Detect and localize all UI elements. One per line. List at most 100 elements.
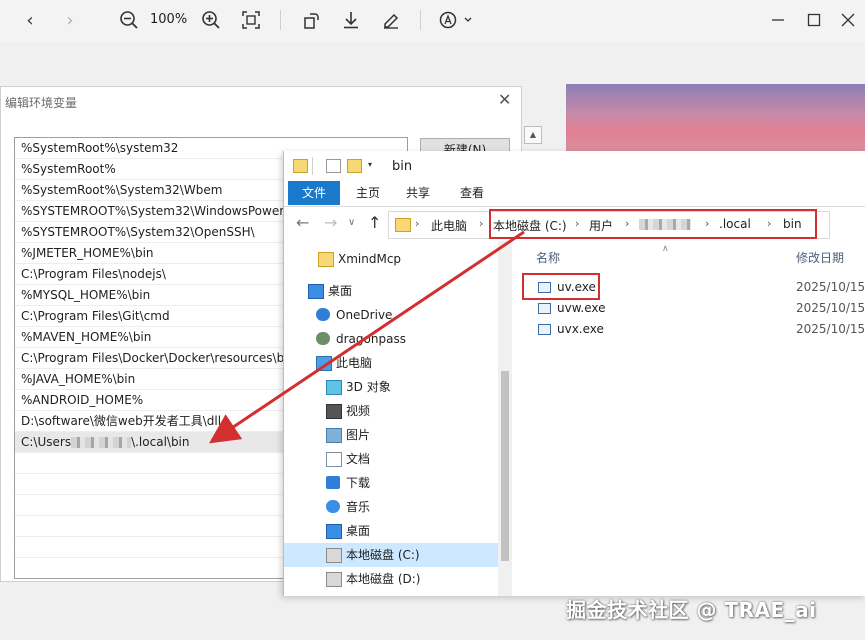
tab-file[interactable]: 文件 bbox=[288, 181, 340, 205]
desktop-icon bbox=[308, 284, 324, 299]
maximize-icon[interactable] bbox=[802, 6, 826, 34]
drive-icon bbox=[326, 548, 342, 563]
dialog-close-icon[interactable]: ✕ bbox=[498, 90, 511, 109]
nav-item-label: dragonpass bbox=[336, 332, 406, 346]
rotate-icon[interactable] bbox=[298, 6, 324, 34]
nav-item-label: 3D 对象 bbox=[346, 380, 391, 394]
tab-view[interactable]: 查看 bbox=[452, 181, 492, 205]
nav-item[interactable]: 文档 bbox=[284, 447, 498, 471]
exe-file-icon bbox=[538, 324, 551, 335]
toolbar-divider bbox=[280, 10, 281, 30]
dialog-title: 编辑环境变量 bbox=[5, 96, 78, 110]
nav-item-label: 桌面 bbox=[346, 524, 371, 538]
nav-item[interactable]: 图片 bbox=[284, 423, 498, 447]
minimize-icon[interactable] bbox=[766, 6, 790, 34]
file-row[interactable]: uvx.exe 2025/10/15 bbox=[524, 319, 865, 340]
nav-item[interactable]: 桌面 bbox=[284, 279, 498, 303]
zoom-level: 100% bbox=[150, 12, 188, 27]
column-header-date[interactable]: 修改日期 bbox=[796, 249, 844, 266]
forward-arrow-icon[interactable]: → bbox=[324, 213, 337, 232]
desktop-icon bbox=[326, 524, 342, 539]
breadcrumb-separator: › bbox=[479, 217, 484, 230]
back-arrow-icon[interactable]: ← bbox=[296, 213, 309, 232]
file-date: 2025/10/15 bbox=[796, 280, 865, 294]
properties-icon[interactable] bbox=[326, 159, 341, 173]
watermark-text: 掘金技术社区 @ TRAE_ai bbox=[566, 598, 817, 622]
nav-item[interactable]: 本地磁盘 (C:) bbox=[284, 543, 498, 567]
nav-item-label: 图片 bbox=[346, 428, 371, 442]
nav-item-label: OneDrive bbox=[336, 308, 393, 322]
file-date: 2025/10/15 bbox=[796, 322, 865, 336]
drive-icon bbox=[326, 572, 342, 587]
nav-item-label: 本地磁盘 (C:) bbox=[346, 548, 420, 562]
redacted-username bbox=[71, 437, 132, 448]
breadcrumb-separator: › bbox=[415, 217, 420, 230]
nav-item-label: 音乐 bbox=[346, 500, 371, 514]
file-row[interactable]: uvw.exe 2025/10/15 bbox=[524, 298, 865, 319]
titlebar-divider bbox=[312, 157, 314, 175]
explorer-titlebar: ▾ bin bbox=[284, 151, 865, 181]
recent-locations-icon[interactable]: ∨ bbox=[348, 217, 355, 228]
nav-item-label: 下载 bbox=[346, 476, 371, 490]
nav-item[interactable]: dragonpass bbox=[284, 327, 498, 351]
viewer-toolbar: ‹ › 100% bbox=[0, 0, 865, 42]
file-name: uvx.exe bbox=[557, 322, 604, 336]
nav-item[interactable]: XmindMcp bbox=[284, 247, 498, 271]
nav-item[interactable]: 下载 bbox=[284, 471, 498, 495]
sort-chevron-icon: ∧ bbox=[662, 244, 669, 254]
nav-item-label: XmindMcp bbox=[338, 252, 402, 266]
folder-icon bbox=[318, 252, 334, 267]
customize-toolbar-icon[interactable]: ▾ bbox=[368, 159, 378, 171]
fit-screen-icon[interactable] bbox=[238, 6, 264, 34]
nav-item[interactable]: 3D 对象 bbox=[284, 375, 498, 399]
computer-icon bbox=[316, 356, 332, 371]
cloud-icon bbox=[316, 308, 330, 321]
folder-icon bbox=[395, 218, 411, 232]
nav-item-label: 视频 bbox=[346, 404, 371, 418]
zoom-out-icon[interactable] bbox=[116, 6, 142, 34]
breadcrumb-this-pc[interactable]: 此电脑 bbox=[431, 217, 467, 234]
ribbon-tabs: 文件 主页 共享 查看 bbox=[284, 181, 865, 205]
nav-item-label: 桌面 bbox=[328, 284, 353, 298]
back-icon[interactable]: ‹ bbox=[18, 6, 42, 34]
edit-icon[interactable] bbox=[378, 6, 404, 34]
cube-icon bbox=[326, 380, 342, 395]
nav-item[interactable]: 桌面 bbox=[284, 519, 498, 543]
nav-item-label: 文档 bbox=[346, 452, 371, 466]
exe-file-icon bbox=[538, 303, 551, 314]
path-prefix: C:\Users bbox=[21, 435, 72, 449]
tab-home[interactable]: 主页 bbox=[348, 181, 388, 205]
nav-item[interactable]: 此电脑 bbox=[284, 351, 498, 375]
download-icon bbox=[326, 476, 340, 489]
path-suffix: \.local\bin bbox=[131, 435, 190, 449]
nav-item[interactable]: 音乐 bbox=[284, 495, 498, 519]
navigation-pane: XmindMcp 桌面 OneDrive dragonpass 此电脑 3D 对象视频图片… bbox=[284, 241, 512, 596]
uv-exe-highlight-box bbox=[522, 273, 600, 300]
address-highlight-box bbox=[489, 209, 817, 239]
scroll-up-icon[interactable]: ▲ bbox=[524, 126, 542, 144]
download-icon[interactable] bbox=[338, 6, 364, 34]
tab-share[interactable]: 共享 bbox=[398, 181, 438, 205]
close-icon[interactable] bbox=[836, 6, 860, 34]
user-icon bbox=[316, 332, 330, 345]
new-folder-icon[interactable] bbox=[347, 159, 362, 173]
toolbar-divider bbox=[420, 10, 421, 30]
nav-item-label: 本地磁盘 (D:) bbox=[346, 572, 421, 586]
picture-icon bbox=[326, 428, 342, 443]
file-name: uvw.exe bbox=[557, 301, 606, 315]
nav-item[interactable]: 视频 bbox=[284, 399, 498, 423]
column-header-name[interactable]: 名称 bbox=[536, 249, 560, 266]
background-photo bbox=[566, 84, 865, 152]
nav-item[interactable]: 本地磁盘 (D:) bbox=[284, 567, 498, 591]
ribbon-divider bbox=[284, 206, 865, 207]
folder-icon bbox=[293, 159, 308, 173]
up-arrow-icon[interactable]: ↑ bbox=[368, 213, 381, 232]
document-icon bbox=[326, 452, 342, 467]
nav-item[interactable]: OneDrive bbox=[284, 303, 498, 327]
forward-icon[interactable]: › bbox=[58, 6, 82, 34]
zoom-in-icon[interactable] bbox=[198, 6, 224, 34]
video-icon bbox=[326, 404, 342, 419]
nav-scrollbar-thumb[interactable] bbox=[501, 371, 509, 561]
text-recognition-icon[interactable] bbox=[436, 6, 476, 34]
music-icon bbox=[326, 500, 340, 513]
